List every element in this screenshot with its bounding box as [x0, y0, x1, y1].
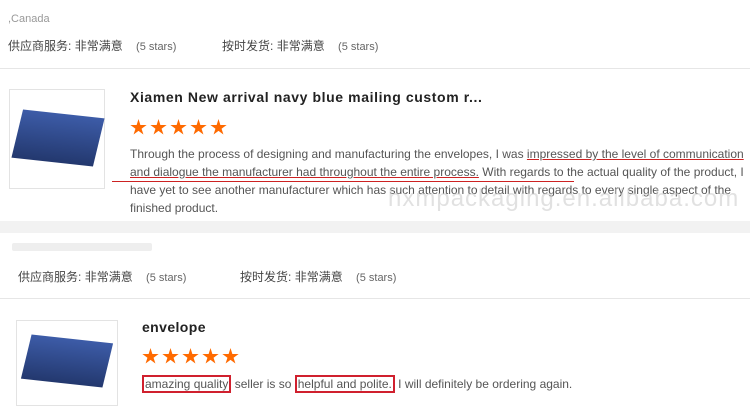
review-highlight-box: helpful and polite. [294, 375, 395, 393]
blurred-reviewer-name [12, 243, 152, 251]
shipping-value: 非常满意 [294, 270, 343, 284]
supplier-service-label: 供应商服务: [8, 39, 72, 53]
star-icon [202, 348, 219, 364]
product-star-rating [142, 348, 239, 365]
supplier-service-label: 供应商服务: [18, 270, 82, 284]
shipping-stars: (5 stars) [338, 41, 379, 53]
supplier-service-rating: 供应商服务: 非常满意 (5 stars) [18, 268, 186, 285]
annotation-underline [112, 181, 574, 182]
star-icon [182, 348, 199, 364]
product-title-link[interactable]: Xiamen New arrival navy blue mailing cus… [130, 89, 482, 105]
star-icon [142, 348, 159, 364]
star-icon [190, 119, 207, 135]
supplier-service-stars: (5 stars) [146, 272, 187, 284]
shipping-label: 按时发货: [240, 270, 292, 284]
star-icon [162, 348, 179, 364]
supplier-service-value: 非常满意 [84, 270, 133, 284]
star-icon [150, 119, 167, 135]
shipping-value: 非常满意 [276, 39, 325, 53]
section-separator [0, 221, 750, 233]
review-text-part: Through the process of designing and man… [130, 147, 527, 161]
supplier-service-rating: 供应商服务: 非常满意 (5 stars) [8, 37, 176, 54]
shipping-stars: (5 stars) [356, 272, 397, 284]
star-icon [170, 119, 187, 135]
review-text: amazing quality seller is so helpful and… [142, 375, 742, 393]
review-text-part: seller is so [231, 377, 295, 391]
reviewer-country: ,Canada [8, 13, 50, 25]
product-thumbnail[interactable] [9, 89, 105, 189]
star-icon [130, 119, 147, 135]
review-highlight-box: amazing quality [142, 375, 232, 393]
shipping-label: 按时发货: [222, 39, 274, 53]
supplier-service-value: 非常满意 [74, 39, 123, 53]
star-icon [210, 119, 227, 135]
review-text-part: I will definitely be ordering again. [394, 377, 573, 391]
star-icon [222, 348, 239, 364]
envelope-image [20, 334, 114, 388]
shipping-rating: 按时发货: 非常满意 (5 stars) [240, 268, 396, 285]
envelope-image [11, 109, 105, 167]
divider [0, 298, 750, 299]
product-title-link[interactable]: envelope [142, 319, 206, 335]
product-thumbnail[interactable] [16, 320, 118, 406]
divider [0, 68, 750, 69]
shipping-rating: 按时发货: 非常满意 (5 stars) [222, 37, 378, 54]
supplier-service-stars: (5 stars) [136, 41, 177, 53]
product-star-rating [130, 119, 227, 136]
